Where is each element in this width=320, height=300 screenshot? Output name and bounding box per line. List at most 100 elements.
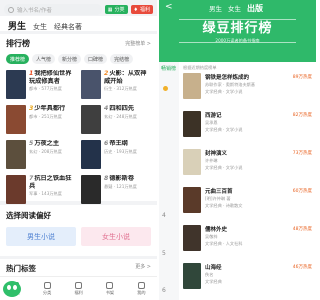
ranking-tab-recommend[interactable]: 推荐榜 — [6, 54, 30, 64]
book-meta: 玄幻 · 248万热度 — [104, 113, 137, 119]
nav-label: 书架 — [105, 289, 115, 295]
rank-number: 3 — [29, 105, 34, 112]
book-title: 帝王纲 — [109, 140, 128, 147]
ranking-list: 根据近期热度榜单 钢铁是怎样炼成的 89万热度 苏联作家 · 奥斯特洛夫斯基 文学… — [179, 62, 316, 300]
ranking-tab-reputation[interactable]: 口碑榜 — [84, 54, 108, 64]
book-author: [明]许仲琳 著 — [205, 196, 231, 201]
gender-tabs: 男生 女生 经典名著 — [0, 16, 157, 32]
banner-title: 绿豆排行榜 — [202, 21, 273, 36]
search-icon — [8, 6, 14, 13]
book-title: 火影：从双神威开始 — [104, 70, 147, 85]
book-item[interactable]: 7抗日之铁血狂兵 军事 · 143万热度 — [6, 175, 76, 204]
ranking-tab-finished[interactable]: 完结榜 — [110, 54, 134, 64]
list-item[interactable]: 儒林外史 48万热度 吴敬梓 文学经典 · 人文社科 — [183, 225, 312, 262]
book-title: 我把修仙世界玩成修真者 — [29, 70, 72, 85]
ranking-tabs: 推荐榜 人气榜 新分榜 口碑榜 完结榜 — [6, 54, 151, 64]
left-screen: 输入书名/作者 ▦ 分类 ♦ 福利 男生 女生 经典名著 排行榜 完整榜单 > … — [0, 0, 157, 300]
book-cover — [183, 263, 201, 289]
ranking-body: 畅销榜 4 5 6 根据近期热度榜单 钢铁是怎样炼成的 89万热度 苏联作家 · … — [159, 62, 316, 300]
category-label: 分类 — [114, 7, 125, 13]
book-item[interactable]: 1我把修仙世界玩成修真者 都市 · 577万热度 — [6, 70, 76, 99]
hot-tags-title: 热门标签 — [6, 264, 36, 273]
book-cover — [183, 111, 201, 137]
nav-profile[interactable]: 我的 — [126, 281, 157, 296]
list-item[interactable]: 钢铁是怎样炼成的 89万热度 苏联作家 · 奥斯特洛夫斯基 文学经典 · 文学小说 — [183, 73, 312, 110]
ranking-books: 1我把修仙世界玩成修真者 都市 · 577万热度 2火影：从双神威开始 衍生 · 3… — [6, 70, 151, 204]
right-screen: < 男生 女生 出版 绿豆排行榜 2000万读者的备书指南 畅销榜 4 5 6 … — [159, 0, 316, 300]
hot-tags-more-link[interactable]: 更多 > — [135, 263, 151, 274]
tab-female[interactable]: 女生 — [33, 22, 47, 32]
book-category: 文学经典 · 文学小说 — [205, 127, 243, 132]
book-cover — [81, 140, 101, 169]
list-item[interactable]: 山海经 46万热度 佚名 文学经典 — [183, 263, 312, 300]
ranking-tab-popular[interactable]: 人气榜 — [32, 54, 56, 64]
heat-value: 60万热度 — [292, 189, 312, 194]
book-title: 儒林外史 — [205, 227, 228, 233]
book-cover — [183, 149, 201, 175]
ranking-card: 排行榜 完整榜单 > 推荐榜 人气榜 新分榜 口碑榜 完结榜 1我把修仙世界玩成… — [0, 34, 157, 204]
category-button[interactable]: ▦ 分类 — [104, 5, 128, 14]
rank-number: 6 — [162, 287, 166, 294]
book-title: 山海经 — [205, 265, 222, 271]
book-meta: 军事 · 143万热度 — [29, 191, 62, 196]
book-author: 吴敬梓 — [205, 234, 218, 239]
welfare-button[interactable]: ♦ 福利 — [130, 5, 153, 14]
heat-value: 48万热度 — [292, 227, 312, 232]
book-meta: 玄幻 · 208万热度 — [29, 148, 62, 154]
book-category: 文学经典 · 诗歌散文 — [205, 203, 243, 208]
ranking-header: < 男生 女生 出版 绿豆排行榜 2000万读者的备书指南 — [159, 0, 316, 62]
book-meta: 衍生 · 312万热度 — [104, 86, 137, 91]
nav-welfare[interactable]: 福利 — [63, 281, 94, 296]
book-item[interactable]: 2火影：从双神威开始 衍生 · 312万热度 — [81, 70, 151, 99]
female-novels-button[interactable]: 女生小说 — [81, 227, 151, 246]
book-title: 德影斯卷 — [109, 175, 135, 182]
heat-value: 82万热度 — [292, 113, 312, 118]
tab-male[interactable]: 男生 — [8, 19, 26, 32]
list-item[interactable]: 封神演义 73万热度 许仲琳 文学经典 · 文学小说 — [183, 149, 312, 186]
full-list-link[interactable]: 完整榜单 > — [125, 40, 151, 47]
list-header: 根据近期热度榜单 — [183, 65, 217, 70]
book-category: 文学经典 — [205, 279, 222, 284]
book-cover — [81, 70, 101, 99]
mascot-icon[interactable] — [3, 281, 21, 297]
book-category: 文学经典 · 文学小说 — [205, 165, 243, 170]
book-item[interactable]: 8德影斯卷 悬疑 · 121万热度 — [81, 175, 151, 204]
book-meta: 历史 · 193万热度 — [104, 148, 137, 154]
category-icon — [43, 281, 51, 289]
banner-subtitle: 2000万读者的备书指南 — [215, 38, 260, 43]
sidebar-item-bestseller[interactable]: 畅销榜 — [159, 62, 179, 72]
nav-label: 福利 — [74, 289, 83, 295]
tab-classics[interactable]: 经典名著 — [54, 22, 82, 32]
nav-bookshelf[interactable]: 书架 — [94, 281, 125, 296]
book-item[interactable]: 6帝王纲 历史 · 193万热度 — [81, 140, 151, 169]
search-placeholder: 输入书名/作者 — [17, 7, 52, 14]
nav-label: 我的 — [137, 289, 146, 295]
ranking-tab-rating[interactable]: 新分榜 — [58, 54, 82, 64]
search-row: 输入书名/作者 ▦ 分类 ♦ 福利 — [0, 0, 157, 16]
male-novels-button[interactable]: 男生小说 — [6, 227, 76, 246]
book-author: 苏联作家 · 奥斯特洛夫斯基 — [205, 82, 256, 87]
book-title: 抗日之铁血狂兵 — [29, 175, 72, 190]
book-cover — [6, 70, 26, 99]
search-input[interactable]: 输入书名/作者 — [4, 4, 102, 15]
book-cover — [6, 105, 26, 134]
reading-preference-card: 选择阅读偏好 男生小说 女生小说 — [0, 205, 157, 256]
back-icon[interactable]: < — [165, 2, 173, 12]
book-cover — [6, 140, 26, 169]
tab-female[interactable]: 女生 — [228, 3, 241, 13]
book-item[interactable]: 3少年具都行 都市 · 251万热度 — [6, 105, 76, 134]
book-cover — [183, 187, 201, 213]
tab-male[interactable]: 男生 — [209, 3, 222, 13]
tab-publish[interactable]: 出版 — [247, 3, 263, 14]
book-cover — [81, 175, 101, 204]
welfare-label: 福利 — [139, 7, 150, 13]
book-item[interactable]: 4四和四先 玄幻 · 248万热度 — [81, 105, 151, 134]
book-cover — [183, 225, 201, 251]
list-item[interactable]: 元曲三百首 60万热度 [明]许仲琳 著 文学经典 · 诗歌散文 — [183, 187, 312, 224]
ranking-sidebar: 畅销榜 4 5 6 — [159, 62, 179, 300]
list-item[interactable]: 西游记 82万热度 吴承恩 文学经典 · 文学小说 — [183, 111, 312, 148]
bottom-nav: 首页 分类 福利 书架 我的 — [0, 276, 157, 300]
book-item[interactable]: 5万夜之主 玄幻 · 208万热度 — [6, 140, 76, 169]
rank-number: 1 — [29, 70, 34, 77]
nav-category[interactable]: 分类 — [31, 281, 62, 296]
